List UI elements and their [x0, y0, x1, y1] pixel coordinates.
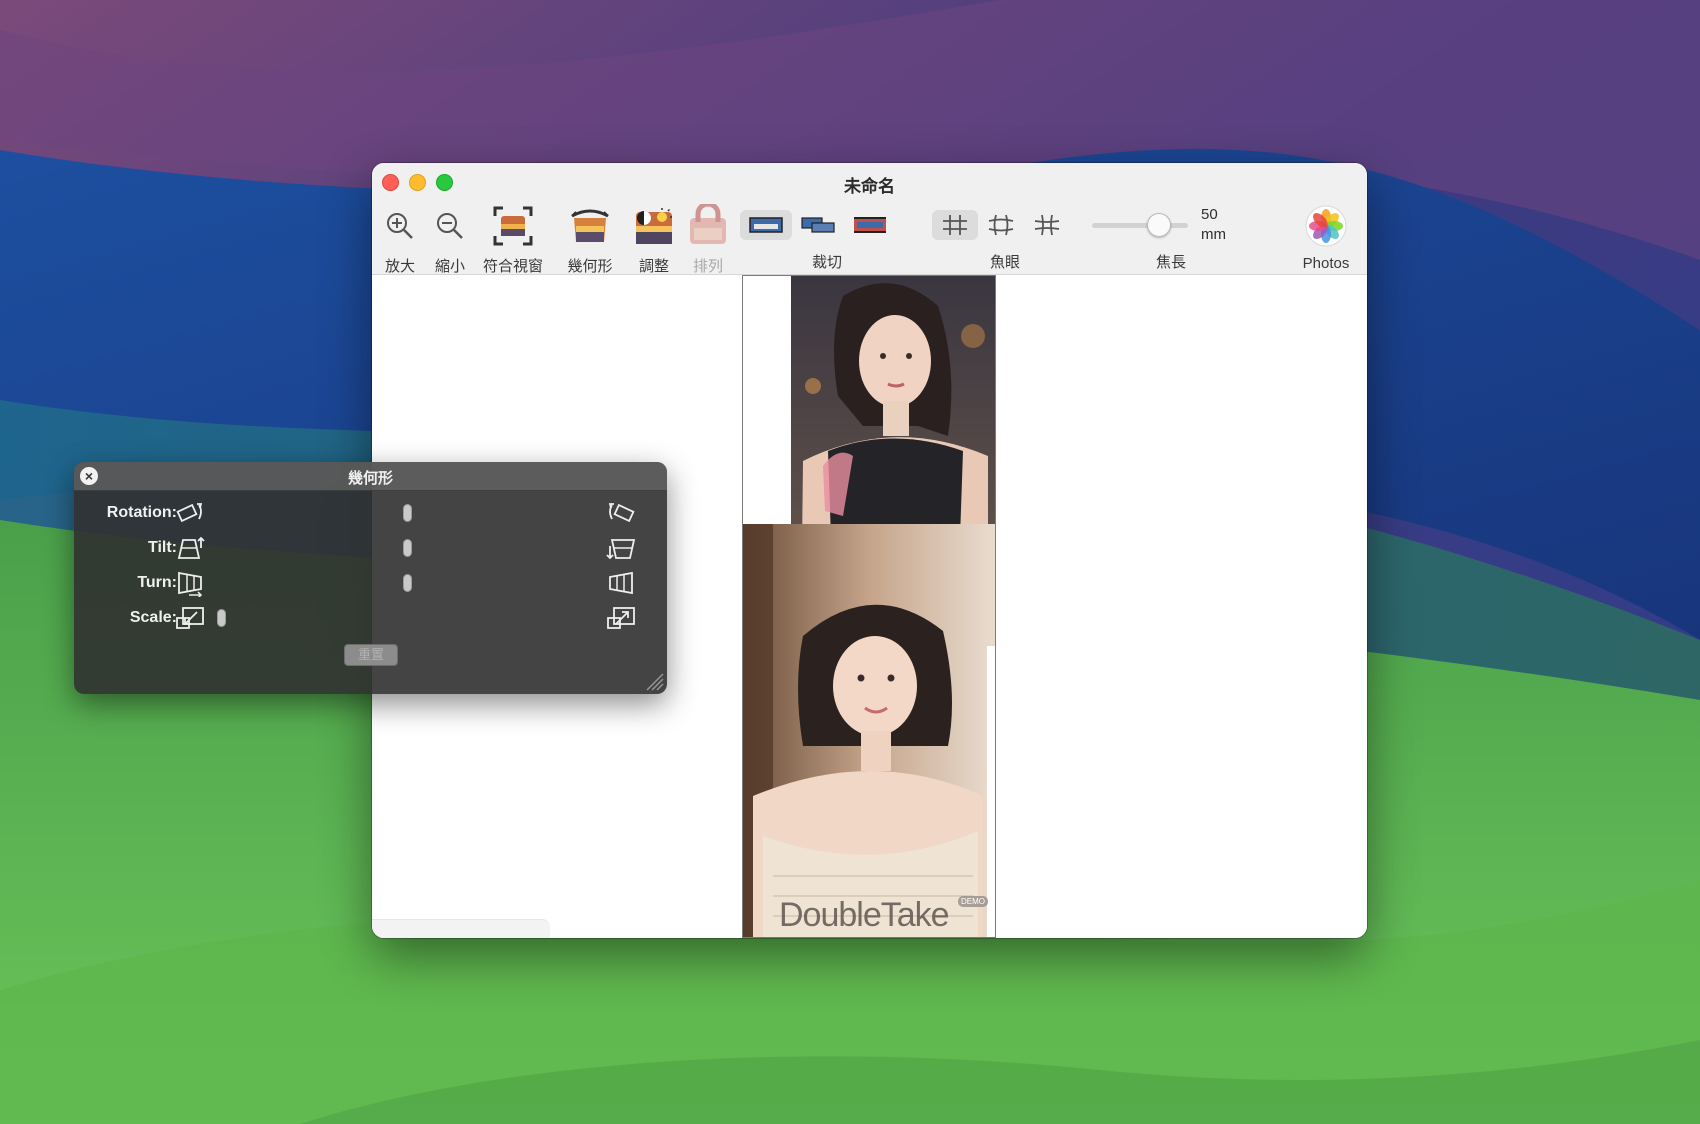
fit-view-button[interactable]: 符合視窗 — [480, 203, 546, 276]
fisheye-mode-3[interactable] — [1024, 210, 1070, 240]
focal-length-value: 50 — [1201, 206, 1218, 223]
tilt-back-icon[interactable] — [175, 534, 205, 562]
arrange-label: 排列 — [692, 258, 723, 275]
crop-mode-3[interactable] — [844, 210, 896, 240]
watermark-badge: DEMO — [958, 896, 988, 907]
fisheye-group-label: 魚眼 — [990, 254, 1021, 271]
turn-row: Turn: — [74, 567, 667, 601]
crop-fit-icon — [749, 217, 783, 233]
turn-slider-thumb[interactable] — [403, 574, 412, 592]
tilt-forward-icon[interactable] — [606, 534, 636, 562]
tilt-label: Tilt: — [147, 539, 177, 556]
fit-view-icon — [493, 206, 533, 246]
photos-button[interactable]: Photos — [1296, 203, 1356, 272]
adjust-button[interactable]: 調整 — [626, 203, 682, 276]
turn-label: Turn: — [137, 574, 177, 591]
geometry-button[interactable]: 幾何形 — [562, 203, 618, 276]
photos-app-icon — [1305, 205, 1347, 247]
photos-label: Photos — [1302, 255, 1350, 272]
resize-grip-icon[interactable] — [643, 670, 665, 692]
rotation-slider-thumb[interactable] — [403, 504, 412, 522]
fit-view-label: 符合視窗 — [482, 258, 543, 275]
rotation-label: Rotation: — [106, 504, 177, 521]
zoom-in-button[interactable]: 放大 — [380, 203, 420, 276]
fisheye-mode-1[interactable] — [932, 210, 978, 240]
crop-fill-icon — [854, 217, 886, 233]
adjust-label: 調整 — [638, 258, 669, 275]
geometry-panel-title: 幾何形 — [347, 470, 393, 487]
scale-row: Scale: — [74, 602, 667, 636]
toolbar: 未命名 放大 縮小 符合視窗 幾何形 調整 排列 裁切 魚眼 50 mm 焦長 … — [372, 163, 1367, 275]
scale-label: Scale: — [129, 609, 177, 626]
geometry-panel: × 幾何形 Rotation: Tilt: Turn: Scale: 重置 — [74, 462, 667, 694]
horizontal-scrollbar[interactable] — [372, 919, 550, 938]
fisheye-mode-2[interactable] — [978, 210, 1024, 240]
geometry-panel-header[interactable]: × 幾何形 — [74, 462, 667, 491]
scale-slider-thumb[interactable] — [217, 609, 226, 627]
tilt-row: Tilt: — [74, 532, 667, 566]
geometry-label: 幾何形 — [567, 258, 613, 275]
crop-mode-2[interactable] — [792, 210, 844, 240]
turn-right-icon[interactable] — [606, 569, 636, 597]
focal-length-unit: mm — [1201, 226, 1226, 243]
watermark-logo: DoubleTake — [779, 896, 950, 934]
focal-length-readout: 50 mm — [1201, 205, 1226, 245]
arrange-icon — [690, 204, 726, 244]
tilt-slider-thumb[interactable] — [403, 539, 412, 557]
stitched-photo: DoubleTake DEMO — [742, 275, 996, 938]
reset-button[interactable]: 重置 — [344, 644, 398, 666]
rotation-row: Rotation: — [74, 497, 667, 531]
scale-down-icon[interactable] — [175, 604, 205, 632]
focal-group-label: 焦長 — [1156, 254, 1187, 271]
zoom-out-icon — [437, 213, 463, 239]
zoom-out-label: 縮小 — [434, 258, 465, 275]
adjust-icon — [636, 208, 672, 244]
grid-barrel-icon — [988, 214, 1014, 236]
grid-pincushion-icon — [1034, 214, 1060, 236]
zoom-in-label: 放大 — [384, 258, 415, 275]
scale-up-icon[interactable] — [606, 604, 636, 632]
rotate-cw-icon[interactable] — [606, 499, 636, 527]
focal-length-slider[interactable] — [1092, 223, 1188, 228]
rotate-ccw-icon[interactable] — [175, 499, 205, 527]
focal-length-slider-knob[interactable] — [1147, 213, 1171, 237]
crop-stack-icon — [801, 217, 835, 233]
crop-segmented-control — [740, 209, 896, 241]
fisheye-segmented-control — [932, 209, 1070, 241]
crop-group-label: 裁切 — [812, 254, 843, 271]
turn-left-icon[interactable] — [175, 569, 205, 597]
window-title: 未命名 — [844, 177, 895, 196]
photo-composite — [743, 276, 995, 937]
crop-mode-1[interactable] — [740, 210, 792, 240]
geometry-icon — [571, 209, 609, 242]
grid-flat-icon — [943, 215, 967, 235]
arrange-button[interactable]: 排列 — [680, 203, 736, 276]
zoom-out-button[interactable]: 縮小 — [430, 203, 470, 276]
zoom-in-icon — [387, 213, 413, 239]
